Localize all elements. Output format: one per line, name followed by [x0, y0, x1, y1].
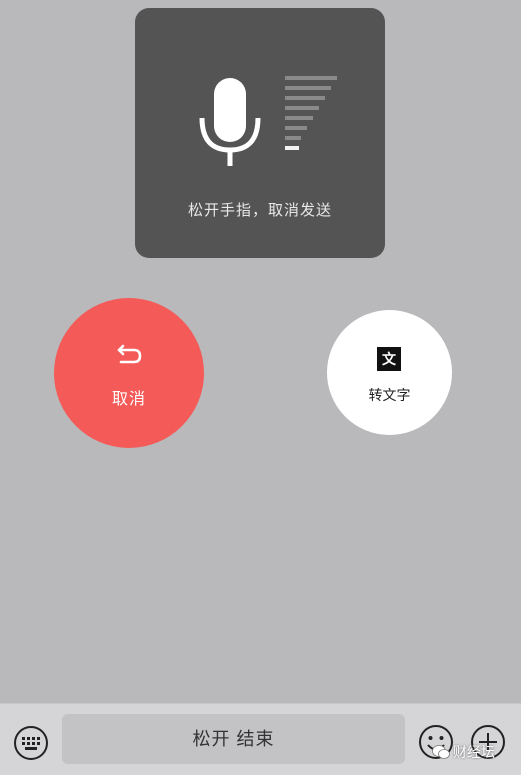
- microphone-icon: [199, 78, 261, 166]
- keyboard-icon[interactable]: [13, 725, 49, 761]
- voice-recording-overlay: 松开手指，取消发送: [135, 8, 385, 258]
- chat-input-bar: 松开 结束: [0, 703, 521, 775]
- undo-arrow-icon: [117, 344, 142, 364]
- convert-to-text-button[interactable]: 文 转文字: [327, 310, 452, 435]
- text-icon: 文: [377, 347, 401, 371]
- watermark: 财经坛: [432, 742, 495, 762]
- watermark-text: 财经坛: [453, 744, 495, 760]
- convert-label: 转文字: [368, 387, 411, 403]
- release-hint-text: 松开手指，取消发送: [187, 202, 332, 219]
- cancel-button[interactable]: 取消: [54, 298, 204, 448]
- volume-level-indicator: [285, 76, 337, 156]
- wechat-logo-icon: [432, 745, 450, 759]
- hold-to-talk-button[interactable]: 松开 结束: [62, 714, 405, 764]
- cancel-label: 取消: [111, 391, 146, 408]
